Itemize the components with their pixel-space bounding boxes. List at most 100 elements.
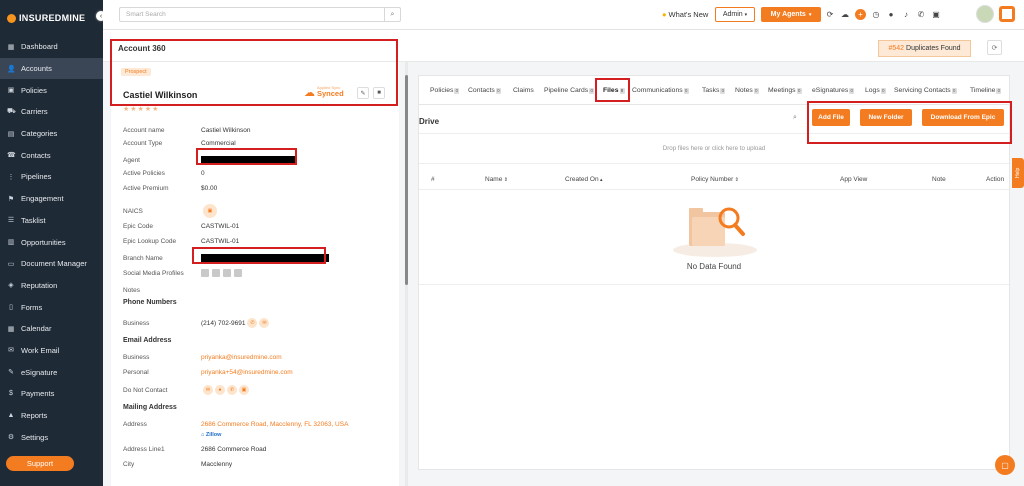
field-active-policies: Active Policies 0	[123, 170, 205, 177]
field-active-premium: Active Premium $0.00	[123, 185, 217, 192]
sidebar-item-opportunities[interactable]: ▥ Opportunities	[0, 231, 103, 253]
sidebar-item-label: Categories	[21, 129, 58, 139]
accounts-icon: 👤	[7, 65, 16, 73]
address-label: Address	[123, 421, 147, 428]
search-icon[interactable]: ⌕	[384, 8, 400, 21]
add-file-button[interactable]: Add File	[812, 109, 850, 126]
edit-button[interactable]: ✎	[357, 87, 369, 99]
address-link[interactable]: 2686 Commerce Road, Macclenny, FL 32063,…	[201, 421, 348, 428]
sidebar-item-label: Tasklist	[21, 215, 46, 225]
file-dropzone[interactable]: Drop files here or click here to upload	[419, 133, 1009, 164]
smart-search-input[interactable]: Smart Search ⌕	[119, 7, 401, 22]
naics-icon[interactable]: ▣	[203, 204, 217, 218]
field-notes: Notes	[123, 287, 201, 294]
field-branch-name: Branch Name	[123, 254, 329, 262]
sidebar-item-contacts[interactable]: ☎ Contacts	[0, 144, 103, 166]
sync-icon[interactable]: ⟳	[825, 8, 835, 20]
add-icon[interactable]: +	[855, 8, 866, 20]
sidebar-item-esignature[interactable]: ✎ eSignature	[0, 361, 103, 383]
column-header-note: Note	[932, 176, 946, 183]
facebook-icon[interactable]	[212, 269, 220, 277]
web-icon[interactable]	[234, 269, 242, 277]
zillow-label: Zillow	[205, 432, 222, 438]
column-label: App View	[840, 176, 868, 183]
top-icons: ⟳ ☁ + ◷ ● ♪ ✆ ▣	[825, 8, 941, 20]
sidebar-item-carriers[interactable]: ⛟ Carriers	[0, 101, 103, 123]
sidebar-item-reputation[interactable]: ◈ Reputation	[0, 275, 103, 297]
download-from-epic-button[interactable]: Download From Epic	[922, 109, 1004, 126]
sort-icon[interactable]: ▴	[599, 177, 603, 183]
brand-logo[interactable]: INSUREDMINE	[0, 0, 103, 36]
sidebar-item-payments[interactable]: $ Payments	[0, 383, 103, 405]
sidebar-item-engagement[interactable]: ⚑ Engagement	[0, 188, 103, 210]
phone-icon[interactable]: ✆	[916, 8, 926, 20]
field-account-name: Account name Castiel Wilkinson	[123, 127, 251, 134]
sidebar-item-reports[interactable]: ▲ Reports	[0, 405, 103, 427]
field-value: 0	[201, 170, 205, 177]
bell-icon[interactable]: ♪	[901, 8, 911, 20]
call-icon[interactable]: ✆	[247, 318, 258, 328]
linkedin-icon[interactable]	[201, 269, 209, 277]
help-tab[interactable]: Help	[1012, 158, 1024, 188]
user-avatar[interactable]	[976, 5, 994, 23]
scrollbar-thumb[interactable]	[405, 75, 408, 285]
policies-icon: ▣	[7, 87, 15, 95]
field-agent: Agent	[123, 156, 296, 164]
do-not-contact-row: Do Not Contact ✉ ● ✆ ▣	[123, 385, 249, 395]
app-switcher-icon[interactable]	[999, 6, 1015, 22]
column-header-name[interactable]: Name ⇕	[485, 176, 508, 183]
refresh-button[interactable]: ⟳	[987, 40, 1002, 55]
cloud-icon[interactable]: ☁	[840, 8, 850, 20]
sidebar-item-accounts[interactable]: 👤 Accounts	[0, 57, 103, 80]
chat-button[interactable]: ▢	[995, 455, 1015, 475]
sort-icon[interactable]: ⇕	[733, 177, 739, 183]
sidebar-item-label: eSignature	[21, 367, 58, 377]
field-label: Social Media Profiles	[123, 269, 184, 277]
sidebar-item-dashboard[interactable]: ▦ Dashboard	[0, 36, 103, 58]
clock-icon[interactable]: ◷	[871, 8, 881, 20]
delete-button[interactable]: ■	[373, 87, 385, 99]
forms-icon: ▯	[9, 304, 13, 312]
sidebar-item-document-manager[interactable]: ▭ Document Manager	[0, 253, 103, 275]
dnc-chat-icon[interactable]: ●	[215, 385, 225, 395]
sort-icon[interactable]: ⇕	[502, 177, 508, 183]
chip-icon[interactable]: ▣	[931, 8, 941, 20]
lightbulb-icon: ●	[662, 10, 667, 19]
column-header-created-on[interactable]: Created On ▴	[565, 176, 603, 183]
new-folder-button[interactable]: New Folder	[860, 109, 912, 126]
email-business-label: Business	[123, 354, 150, 361]
dnc-phone-icon[interactable]: ✆	[227, 385, 237, 395]
column-label: Note	[932, 176, 946, 183]
role-select-value: Admin	[722, 11, 743, 18]
support-button[interactable]: Support	[6, 456, 74, 471]
zillow-link[interactable]: ⌂ Zillow	[201, 432, 221, 438]
sidebar-item-tasklist[interactable]: ☰ Tasklist	[0, 210, 103, 232]
trash-icon: ■	[377, 90, 381, 96]
sidebar: INSUREDMINE ▦ Dashboard 👤 Accounts ▣ Policies…	[0, 0, 103, 486]
my-agents-button[interactable]: My Agents ▾	[761, 7, 821, 22]
dnc-mail-icon[interactable]: ▣	[239, 385, 249, 395]
sms-icon[interactable]: ✉	[259, 318, 270, 328]
sidebar-item-pipelines[interactable]: ⋮ Pipelines	[0, 166, 103, 188]
email-business-link[interactable]: priyanka@insuredmine.com	[201, 354, 282, 361]
account-tabs-panel: Policies 0 Contacts 0 Claims Pipeline Cards 0 F…	[418, 75, 1010, 470]
twitter-icon[interactable]	[223, 269, 231, 277]
sidebar-item-settings[interactable]: ⚙ Settings	[0, 426, 103, 448]
sidebar-item-work-email[interactable]: ✉ Work Email	[0, 340, 103, 362]
sidebar-item-calendar[interactable]: ▦ Calendar	[0, 318, 103, 340]
field-label: Agent	[123, 156, 140, 164]
dnc-email-icon[interactable]: ✉	[203, 385, 213, 395]
drive-search-icon[interactable]: ⌕	[793, 114, 797, 122]
role-select[interactable]: Admin ▾	[715, 7, 755, 22]
duplicates-badge[interactable]: #542 Duplicates Found	[878, 40, 971, 57]
notification-icon[interactable]: ●	[886, 8, 896, 20]
sidebar-item-categories[interactable]: ▤ Categories	[0, 123, 103, 145]
rating-stars[interactable]: ★★★★★	[123, 105, 159, 113]
brand-name: INSUREDMINE	[19, 13, 86, 23]
field-label: Epic Code	[123, 223, 153, 230]
whats-new-link[interactable]: ● What's New	[662, 10, 708, 19]
sidebar-item-policies[interactable]: ▣ Policies	[0, 79, 103, 101]
email-personal-link[interactable]: priyanka+54@insuredmine.com	[201, 369, 293, 376]
sidebar-item-forms[interactable]: ▯ Forms	[0, 296, 103, 318]
column-header-policy-number[interactable]: Policy Number ⇕	[691, 176, 739, 183]
